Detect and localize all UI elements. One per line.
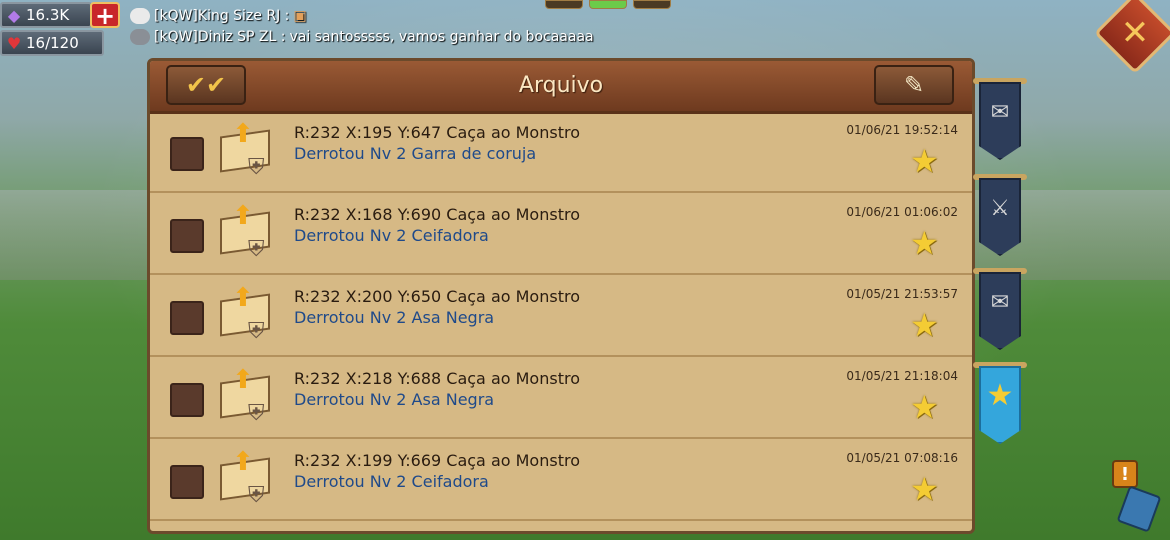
report-row[interactable]: ⬆ ⛨ R:232 X:200 Y:650 Caça ao Monstro De… [150, 275, 972, 357]
mail-icon: ✉ [990, 290, 1010, 315]
favorite-star-icon[interactable]: ★ [910, 227, 939, 259]
chat-line-1[interactable]: [kQW]King Size RJ : ▣ [130, 8, 307, 24]
corner-widgets: ! [1108, 460, 1162, 533]
report-detail: Derrotou Nv 2 Ceifadora [294, 226, 489, 245]
panel-header: ✔✔ Arquivo ✎ [150, 61, 972, 114]
report-detail: Derrotou Nv 2 Ceifadora [294, 472, 489, 491]
gems-value: 16.3K [26, 6, 70, 24]
report-row[interactable]: ⬆ ⛨ R:232 X:168 Y:690 Caça ao Monstro De… [150, 193, 972, 275]
report-title: R:232 X:168 Y:690 Caça ao Monstro [294, 205, 580, 224]
monster-report-icon: ⬆ ⛨ [218, 283, 278, 349]
report-title: R:232 X:199 Y:669 Caça ao Monstro [294, 451, 580, 470]
monster-report-icon: ⬆ ⛨ [218, 201, 278, 267]
alert-icon[interactable]: ! [1112, 460, 1138, 488]
star-icon: ★ [986, 378, 1014, 413]
side-tab[interactable]: ✉ [973, 78, 1027, 160]
report-row[interactable]: ⬆ ⛨ R:232 X:195 Y:647 Caça ao Monstro De… [150, 111, 972, 193]
gem-icon: ◆ [7, 5, 21, 25]
gems-counter[interactable]: ◆ 16.3K [0, 2, 92, 28]
archive-panel: ✔✔ Arquivo ✎ ⬆ ⛨ R:232 X:195 Y:647 Caça … [147, 58, 975, 534]
report-row[interactable]: ⬆ ⛨ R:232 X:218 Y:688 Caça ao Monstro De… [150, 357, 972, 439]
row-checkbox[interactable] [170, 219, 204, 253]
report-row[interactable]: ⬆ ⛨ R:232 X:199 Y:669 Caça ao Monstro De… [150, 439, 972, 521]
report-title: R:232 X:218 Y:688 Caça ao Monstro [294, 369, 580, 388]
chat-bubble-icon [130, 8, 150, 24]
page-dot-active [589, 0, 627, 9]
stamina-value: 16/120 [26, 34, 79, 52]
chat-sender: [kQW]Diniz SP ZL : [154, 29, 286, 45]
monster-report-icon: ⬆ ⛨ [218, 447, 278, 513]
side-tab[interactable]: ★ [973, 362, 1027, 444]
scroll-quill-icon: ✎ [903, 71, 925, 99]
report-timestamp: 01/06/21 19:52:14 [846, 123, 958, 137]
report-timestamp: 01/06/21 01:06:02 [846, 205, 958, 219]
report-title: R:232 X:200 Y:650 Caça ao Monstro [294, 287, 580, 306]
compose-button[interactable]: ✎ [874, 65, 954, 105]
buy-gems-button[interactable]: + [90, 2, 120, 28]
report-title: R:232 X:195 Y:647 Caça ao Monstro [294, 123, 580, 142]
chat-sender: [kQW]King Size RJ : [154, 8, 290, 24]
chat-message: vai santosssss, vamos ganhar do bocaaaaa [289, 29, 594, 45]
favorite-star-icon[interactable]: ★ [910, 145, 939, 177]
side-tab[interactable]: ✉ [973, 268, 1027, 350]
row-checkbox[interactable] [170, 383, 204, 417]
report-detail: Derrotou Nv 2 Asa Negra [294, 308, 495, 327]
favorite-star-icon[interactable]: ★ [910, 473, 939, 505]
battle-report-icon: ⚔ [990, 196, 1010, 221]
report-detail: Derrotou Nv 2 Asa Negra [294, 390, 495, 409]
row-checkbox[interactable] [170, 301, 204, 335]
favorite-star-icon[interactable]: ★ [910, 391, 939, 423]
chat-line-2[interactable]: [kQW]Diniz SP ZL : vai santosssss, vamos… [130, 29, 594, 45]
monster-report-icon: ⬆ ⛨ [218, 119, 278, 185]
row-checkbox[interactable] [170, 465, 204, 499]
row-checkbox[interactable] [170, 137, 204, 171]
report-timestamp: 01/05/21 21:53:57 [846, 287, 958, 301]
close-icon[interactable]: ✕ [1106, 4, 1164, 62]
quest-book-icon[interactable] [1116, 485, 1162, 533]
report-timestamp: 01/05/21 07:08:16 [846, 451, 958, 465]
page-indicator [545, 0, 671, 9]
mail-settings-icon: ✉ [990, 100, 1010, 125]
page-dot [633, 0, 671, 9]
side-tab[interactable]: ⚔ [973, 174, 1027, 256]
favorite-star-icon[interactable]: ★ [910, 309, 939, 341]
guild-badge-icon [130, 29, 150, 45]
chat-emoji-icon: ▣ [293, 8, 307, 24]
page-dot [545, 0, 583, 9]
report-timestamp: 01/05/21 21:18:04 [846, 369, 958, 383]
report-detail: Derrotou Nv 2 Garra de coruja [294, 144, 537, 163]
monster-report-icon: ⬆ ⛨ [218, 365, 278, 431]
heart-icon: ♥ [6, 33, 22, 53]
stamina-counter[interactable]: ♥ 16/120 [0, 30, 104, 56]
panel-title: Arquivo [518, 73, 604, 98]
